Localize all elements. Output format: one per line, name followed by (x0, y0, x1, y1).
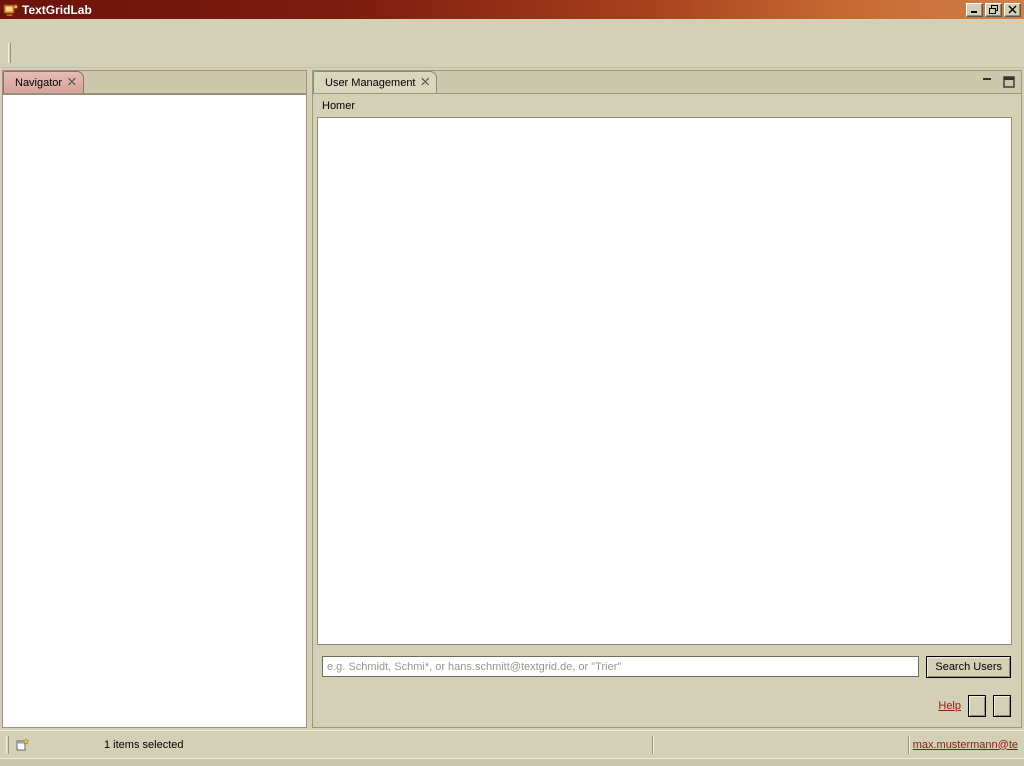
search-users-button[interactable]: Search Users (926, 656, 1011, 678)
restore-button[interactable] (985, 3, 1002, 17)
logged-in-user-link[interactable]: max.mustermann@te (913, 739, 1018, 751)
statusbar-grip (6, 736, 9, 754)
selection-status-text: 1 items selected (104, 739, 183, 751)
workbench: Navigator ⛌ User Management ⛌ (0, 68, 1024, 730)
open-perspective-icon[interactable] (990, 41, 1014, 65)
selection-status: 1 items selected (93, 739, 183, 751)
project-name-label: Homer (313, 94, 1021, 117)
editor-view-buttons (979, 71, 1021, 93)
window-controls (966, 3, 1021, 17)
tab-navigator[interactable]: Navigator ⛌ (3, 71, 84, 93)
window-title: TextGridLab (22, 3, 966, 17)
close-icon[interactable]: ⛌ (68, 77, 75, 88)
options-row: Help (322, 695, 1011, 717)
user-table (317, 117, 1012, 645)
title-bar: TextGridLab (0, 0, 1024, 19)
user-management-view: User Management ⛌ Homer Search Users (312, 70, 1022, 728)
fast-view-icon[interactable] (15, 737, 31, 753)
maximize-view-icon[interactable] (1000, 73, 1018, 91)
tab-user-management[interactable]: User Management ⛌ (313, 71, 437, 93)
user-search-row: Search Users (322, 656, 1011, 678)
minimize-button[interactable] (966, 3, 983, 17)
action-buttons: Help (938, 695, 1011, 717)
navigator-view-toolbar (303, 71, 306, 93)
toolbar-grip[interactable] (8, 43, 11, 63)
application-window: TextGridLab Navigator ⛌ (0, 0, 1024, 766)
navigator-view: Navigator ⛌ (2, 70, 307, 728)
editor-tab-row: User Management ⛌ (313, 71, 1021, 94)
menu-bar (0, 19, 1024, 39)
app-icon (3, 3, 18, 17)
main-toolbar (0, 39, 1024, 68)
window-bottom-edge (0, 758, 1024, 766)
perspective-bar (990, 41, 1018, 65)
close-button[interactable] (1004, 3, 1021, 17)
navigator-tree (3, 94, 306, 727)
minimize-view-icon[interactable] (979, 73, 997, 91)
apply-changes-button[interactable] (993, 695, 1011, 717)
navigator-tab-label: Navigator (15, 77, 62, 89)
status-bar: 1 items selected max.mustermann@te (0, 730, 1024, 758)
close-icon[interactable]: ⛌ (422, 77, 429, 88)
navigator-tab-row: Navigator ⛌ (3, 71, 306, 94)
help-link[interactable]: Help (938, 700, 961, 712)
user-management-content: Homer Search Users Help (313, 94, 1021, 727)
revert-changes-button[interactable] (968, 695, 986, 717)
user-management-tab-label: User Management (325, 77, 416, 89)
user-search-input[interactable] (322, 656, 919, 677)
